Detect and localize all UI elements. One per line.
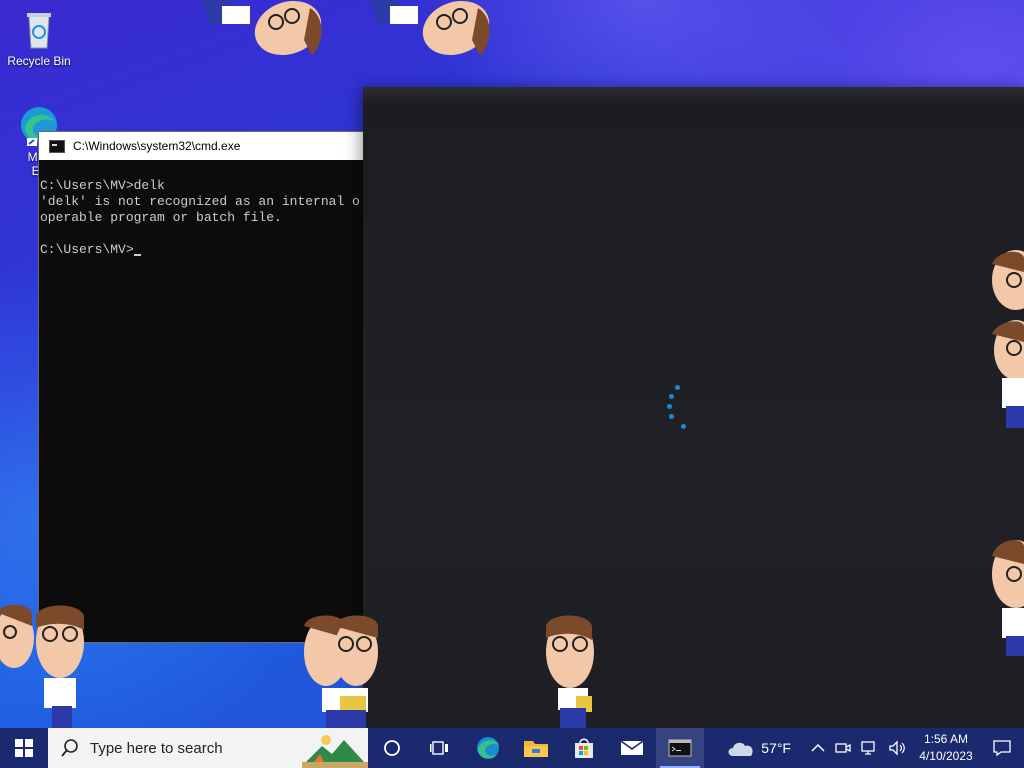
console-prompt: C:\Users\MV>	[40, 242, 134, 257]
cartoon-character-sprite	[546, 615, 594, 728]
recycle-bin-icon	[17, 8, 61, 50]
windows-logo-icon	[15, 739, 33, 757]
mail-button[interactable]	[608, 728, 656, 768]
mail-icon	[620, 740, 644, 755]
show-hidden-icons-button[interactable]	[806, 743, 830, 753]
cartoon-character-sprite	[304, 615, 378, 728]
action-center-button[interactable]	[980, 740, 1024, 756]
recycle-bin-shortcut[interactable]: Recycle Bin	[4, 8, 74, 68]
chevron-up-icon	[811, 743, 825, 752]
folder-icon	[524, 741, 548, 757]
console-line: 'delk' is not recognized as an internal …	[40, 194, 360, 209]
cmd-titlebar[interactable]: C:\Windows\system32\cmd.exe	[39, 132, 369, 160]
search-placeholder: Type here to search	[90, 739, 223, 757]
console-output[interactable]: C:\Users\MV>delk'delk' is not recognized…	[39, 160, 369, 258]
console-line: operable program or batch file.	[40, 210, 282, 225]
cartoon-character-sprite	[992, 250, 1024, 428]
edge-button[interactable]	[464, 728, 512, 768]
weather-temperature: 57°F	[761, 740, 791, 756]
clock-time: 1:56 AM	[923, 732, 969, 746]
start-button[interactable]	[0, 728, 48, 768]
file-explorer-button[interactable]	[512, 728, 560, 768]
recycle-bin-label: Recycle Bin	[7, 54, 71, 68]
taskbar-clock[interactable]: 1:56 AM 4/10/2023	[912, 731, 980, 765]
network-button[interactable]	[856, 740, 884, 756]
terminal-icon	[668, 739, 692, 757]
notification-icon	[993, 740, 1011, 756]
cloud-weather-icon	[728, 742, 753, 756]
console-prompt-line: C:\Users\MV>	[40, 242, 369, 258]
cartoon-character-sprite	[992, 540, 1024, 656]
cartoon-character-sprite	[202, 0, 322, 56]
cmd-window[interactable]: C:\Windows\system32\cmd.exe C:\Users\MV>…	[38, 131, 370, 643]
cartoon-character-sprite	[0, 604, 84, 728]
speaker-icon	[889, 740, 905, 756]
task-view-icon	[430, 741, 448, 755]
loading-window[interactable]	[363, 87, 1024, 728]
cartoon-character-sprite	[370, 0, 490, 56]
camera-icon	[835, 743, 851, 753]
store-icon	[575, 738, 593, 758]
cmd-title: C:\Windows\system32\cmd.exe	[73, 139, 241, 153]
loading-spinner-icon	[663, 385, 693, 435]
edge-icon	[477, 737, 499, 759]
cmd-taskbar-button[interactable]	[656, 728, 704, 768]
clock-date: 4/10/2023	[919, 749, 973, 763]
volume-button[interactable]	[884, 740, 912, 756]
text-cursor	[133, 254, 141, 256]
weather-widget[interactable]: 57°F	[722, 738, 796, 758]
cortana-button[interactable]	[368, 728, 416, 768]
store-button[interactable]	[560, 728, 608, 768]
task-view-button[interactable]	[416, 728, 464, 768]
terminal-icon	[49, 139, 65, 153]
console-line: C:\Users\MV>delk	[40, 178, 165, 193]
taskbar-search-box[interactable]: Type here to search	[48, 728, 368, 768]
search-icon	[61, 739, 78, 757]
search-highlight-illustration	[302, 735, 368, 768]
cortana-circle-icon	[384, 740, 400, 756]
meet-now-button[interactable]	[830, 740, 856, 756]
network-icon	[861, 741, 875, 755]
system-tray: 57°F 1:56 AM 4/10/2023	[722, 728, 1024, 768]
taskbar: Type here to search 57°F 1:56 AM 4/10/20…	[0, 728, 1024, 768]
